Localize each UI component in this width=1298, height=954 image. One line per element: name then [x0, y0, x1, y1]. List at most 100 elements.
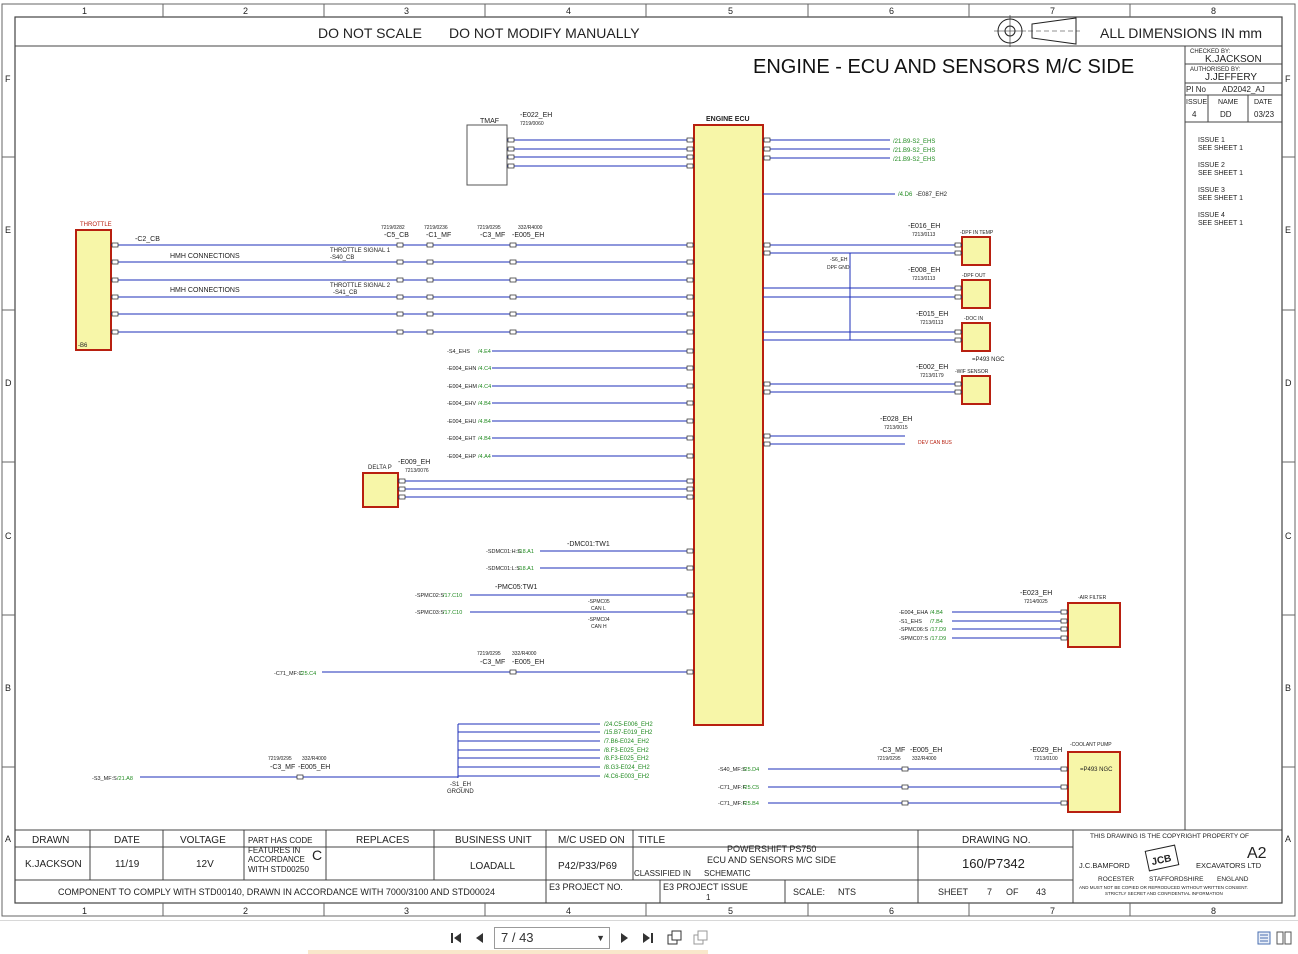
c71-ref: /25.C4 — [300, 671, 316, 677]
two-page-view-button[interactable] — [1274, 928, 1294, 948]
signal-ref: /4.C4 — [478, 384, 491, 390]
fit-page-button[interactable] — [690, 928, 710, 948]
scroll-indicator — [308, 950, 708, 954]
coolant-label: -COOLANT PUMP — [1070, 742, 1112, 748]
ecu-pin — [686, 435, 694, 441]
rotate-button[interactable] — [664, 928, 684, 948]
c5-pin — [396, 259, 404, 265]
signal-name: -E004_EHU — [447, 419, 476, 425]
throttle-pin — [111, 259, 119, 265]
signal-name: -E004_EHV — [447, 401, 476, 407]
coolant-pump-connector — [1067, 751, 1121, 813]
grid-col-top: 2 — [243, 6, 248, 16]
grid-row-left: E — [5, 225, 11, 235]
air-filter-part: 7214/0025 — [1024, 599, 1048, 605]
signal-ref: /4.C4 — [478, 366, 491, 372]
two-page-icon — [1276, 931, 1292, 945]
grid-col-bottom: 5 — [728, 906, 733, 916]
svg-text:STRICTLY SECRET AND CONFIDENTI: STRICTLY SECRET AND CONFIDENTIAL INFORMA… — [1105, 891, 1223, 896]
grid-row-right: A — [1285, 834, 1291, 844]
issue-line: SEE SHEET 1 — [1198, 145, 1243, 152]
last-page-button[interactable] — [638, 928, 658, 948]
signal-name: -E004_EHT — [447, 436, 476, 442]
ground-ref: /21.B9-S2_EHS — [893, 148, 935, 154]
grid-col-bottom: 6 — [889, 906, 894, 916]
ecu-pin — [763, 137, 771, 143]
e005-pin — [901, 800, 909, 806]
grid-row-right: C — [1285, 531, 1292, 541]
coolant-ref: /25.D4 — [743, 767, 759, 773]
single-page-icon — [1257, 931, 1271, 945]
prev-page-button[interactable] — [470, 928, 490, 948]
e028-ref: -E028_EH — [880, 416, 912, 423]
svg-text:C: C — [312, 847, 322, 863]
delta-p-ref: -E009_EH — [398, 459, 430, 466]
svg-text:NAME: NAME — [1218, 99, 1239, 106]
pmc-ref: /17.C10 — [443, 610, 462, 616]
ecu-pin — [763, 381, 771, 387]
delta-p-label: DELTA P — [368, 465, 392, 471]
e005-pin — [901, 766, 909, 772]
dpf-out-label: -DPF OUT — [962, 273, 986, 279]
coolant-ref: /25.B4 — [743, 801, 759, 807]
air-filter-ref: /4.B4 — [930, 610, 943, 616]
grid-col-bottom: 8 — [1211, 906, 1216, 916]
air-filter-name: -SPMC06:S — [899, 627, 928, 633]
svg-text:11/19: 11/19 — [115, 859, 140, 870]
throttle-pin: -B6 — [78, 343, 88, 349]
ecu-pin — [763, 155, 771, 161]
svg-text:A2: A2 — [1247, 845, 1267, 862]
svg-text:COMPONENT TO COMPLY WITH STD00: COMPONENT TO COMPLY WITH STD00140, DRAWN… — [58, 887, 495, 897]
c1-pin — [426, 311, 434, 317]
single-page-view-button[interactable] — [1254, 928, 1274, 948]
first-page-icon — [451, 933, 461, 943]
air-filter-label: -AIR FILTER — [1078, 595, 1107, 601]
document-viewer: 1122334455667788FFEEDDCCBBAA DO NOT SCAL… — [0, 0, 1298, 920]
dev-can-label: DEV CAN BUS — [918, 440, 953, 446]
ecu-pin — [686, 669, 694, 675]
coolant-e005-ref: -E005_EH — [910, 747, 942, 754]
svg-text:AND MUST NOT BE COPIED OR REPR: AND MUST NOT BE COPIED OR REPRODUCED WIT… — [1079, 885, 1248, 890]
grid-col-bottom: 3 — [404, 906, 409, 916]
e005-part: 332/R4000 — [518, 225, 543, 231]
page-number-input[interactable]: 7 / 43 ▼ — [494, 927, 610, 949]
signal-ref: /4.B4 — [478, 419, 491, 425]
prev-page-icon — [476, 933, 483, 943]
coolant-c3-ref: -C3_MF — [880, 747, 905, 754]
delta-p-pin — [398, 486, 406, 492]
svg-text:SCALE:: SCALE: — [793, 887, 825, 897]
dmc-ref: /18.A1 — [518, 549, 534, 555]
spmc04-can: CAN H — [591, 624, 607, 630]
sensor-pin — [954, 285, 962, 291]
wif-label: -WIF SENSOR — [955, 369, 989, 375]
svg-text:LOADALL: LOADALL — [470, 861, 515, 872]
issue-line: ISSUE 4 — [1198, 212, 1225, 219]
ecu-pin — [686, 146, 694, 152]
first-page-button[interactable] — [446, 928, 466, 948]
s3-e005-part: 332/R4000 — [302, 756, 327, 762]
next-page-button[interactable] — [614, 928, 634, 948]
svg-text:AD2042_AJ: AD2042_AJ — [1222, 85, 1265, 94]
schematic-sheet: 1122334455667788F FE ED DC CB BA A DO NOT SCAL… — [1, 3, 1296, 917]
c5-pin — [396, 311, 404, 317]
grid-col-top: 5 — [728, 6, 733, 16]
ecu-pin — [686, 453, 694, 459]
c1-pin — [426, 242, 434, 248]
air-filter-name: -SPMC07:S — [899, 636, 928, 642]
sensor-pin — [954, 294, 962, 300]
s6-label: -S6_EH — [830, 257, 848, 263]
svg-text:7: 7 — [987, 887, 992, 897]
ground-ref: /8.F3-E025_EH2 — [604, 756, 649, 762]
throttle-pin — [111, 311, 119, 317]
svg-text:EXCAVATORS LTD: EXCAVATORS LTD — [1196, 861, 1262, 870]
dmc01-label: -DMC01:TW1 — [567, 541, 610, 548]
e005-pin — [509, 329, 517, 335]
engine-ecu-block — [693, 124, 764, 726]
svg-text:NTS: NTS — [838, 887, 856, 897]
issue-line: ISSUE 3 — [1198, 187, 1225, 194]
svg-text:J.C.BAMFORD: J.C.BAMFORD — [1079, 861, 1130, 870]
c1-pin — [426, 277, 434, 283]
svg-text:DRAWING NO.: DRAWING NO. — [962, 835, 1031, 846]
dpf-temp-connector — [961, 236, 991, 266]
wif-part: 7213/0179 — [920, 373, 944, 379]
